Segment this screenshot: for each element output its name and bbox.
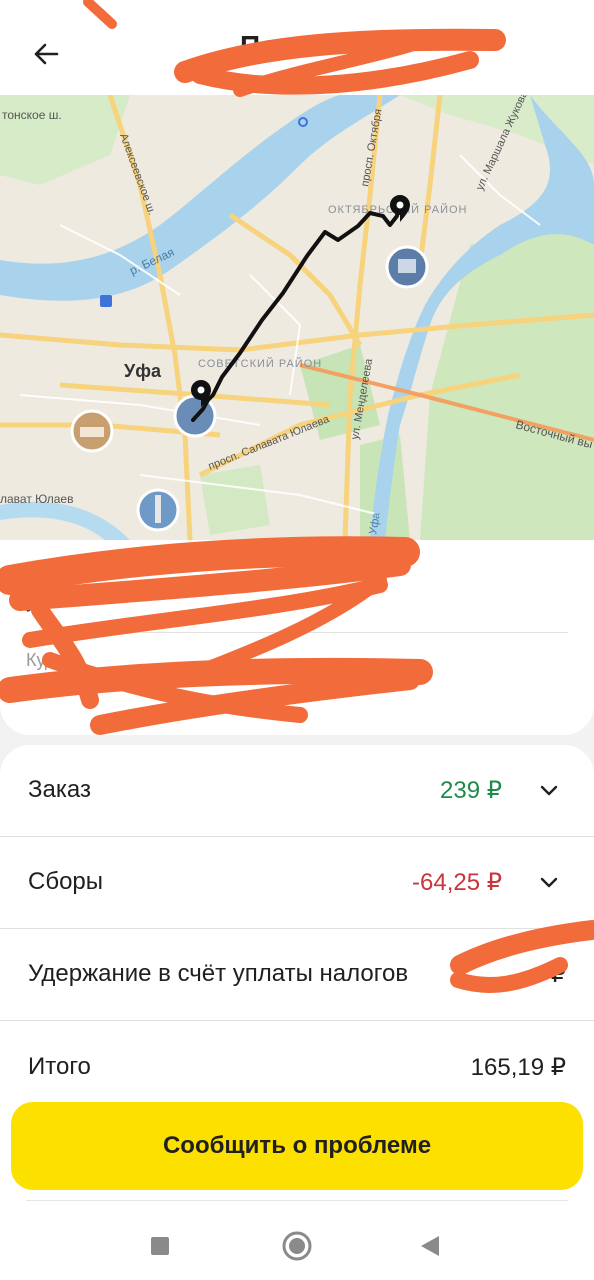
pickup-hint: Откуда <box>26 562 86 582</box>
arrow-left-icon <box>34 43 59 65</box>
payment-details: Заказ 239 ₽ Сборы -64,25 ₽ Удержание в с… <box>0 745 594 1090</box>
map-label-oktyabrya: просп. Октября <box>359 108 384 187</box>
tax-label: Удержание в счёт уплаты налогов <box>28 960 409 987</box>
route-map[interactable]: тонское ш. Алексеевское ш. р. Белая прос… <box>0 95 594 540</box>
chevron-down-icon[interactable] <box>534 867 564 897</box>
map-label-alekseevskoe: Алексеевское ш. <box>117 132 158 217</box>
landmark-marker[interactable] <box>136 488 180 532</box>
total-row: Итого 165,19 ₽ <box>0 1022 594 1090</box>
map-label-sovetsky: СОВЕТСКИЙ РАЙОН <box>198 357 322 370</box>
system-navigation <box>0 1210 594 1270</box>
pickup-address-value: ул <box>26 587 50 612</box>
map-label-tonskoe: тонское ш. <box>2 108 62 122</box>
fees-label: Сборы <box>28 868 104 895</box>
map-label-yulaeva: просп. Салавата Юлаева <box>207 413 332 473</box>
circle-icon[interactable] <box>277 1226 317 1266</box>
report-problem-button[interactable]: Сообщить о проблеме <box>11 1102 583 1190</box>
landmark-marker[interactable] <box>385 245 429 289</box>
square-icon[interactable] <box>140 1226 180 1266</box>
header: По <box>0 0 594 95</box>
order-label: Заказ <box>28 776 91 803</box>
divider <box>26 1200 568 1201</box>
back-button[interactable] <box>22 30 70 78</box>
order-row[interactable]: Заказ 239 ₽ <box>0 745 594 837</box>
bottom-bar: Сообщить о проблеме <box>0 1090 594 1280</box>
triangle-back-icon[interactable] <box>410 1226 450 1266</box>
dropoff-address[interactable]: Куда <box>26 650 568 720</box>
fees-value: -64,25 ₽ <box>412 869 502 896</box>
fees-row[interactable]: Сборы -64,25 ₽ <box>0 837 594 929</box>
map-canvas: тонское ш. Алексеевское ш. р. Белая прос… <box>0 95 594 540</box>
address-card: Откуда ул Куда <box>0 540 594 735</box>
landmark-marker[interactable] <box>70 409 114 453</box>
dropoff-hint: Куда <box>26 650 66 670</box>
pickup-address[interactable]: Откуда ул <box>26 562 568 633</box>
total-value: 165,19 ₽ <box>470 1054 566 1081</box>
order-value: 239 ₽ <box>440 777 502 804</box>
tax-row: Удержание в счёт уплаты налогов ₽ <box>0 929 594 1021</box>
tax-value: ₽ <box>550 961 566 988</box>
total-label: Итого <box>28 1053 91 1080</box>
page-title: По <box>240 30 278 61</box>
chevron-down-icon[interactable] <box>534 775 564 805</box>
map-label-salavat: лават Юлаев <box>0 492 73 506</box>
map-label-city: Уфа <box>124 361 162 381</box>
